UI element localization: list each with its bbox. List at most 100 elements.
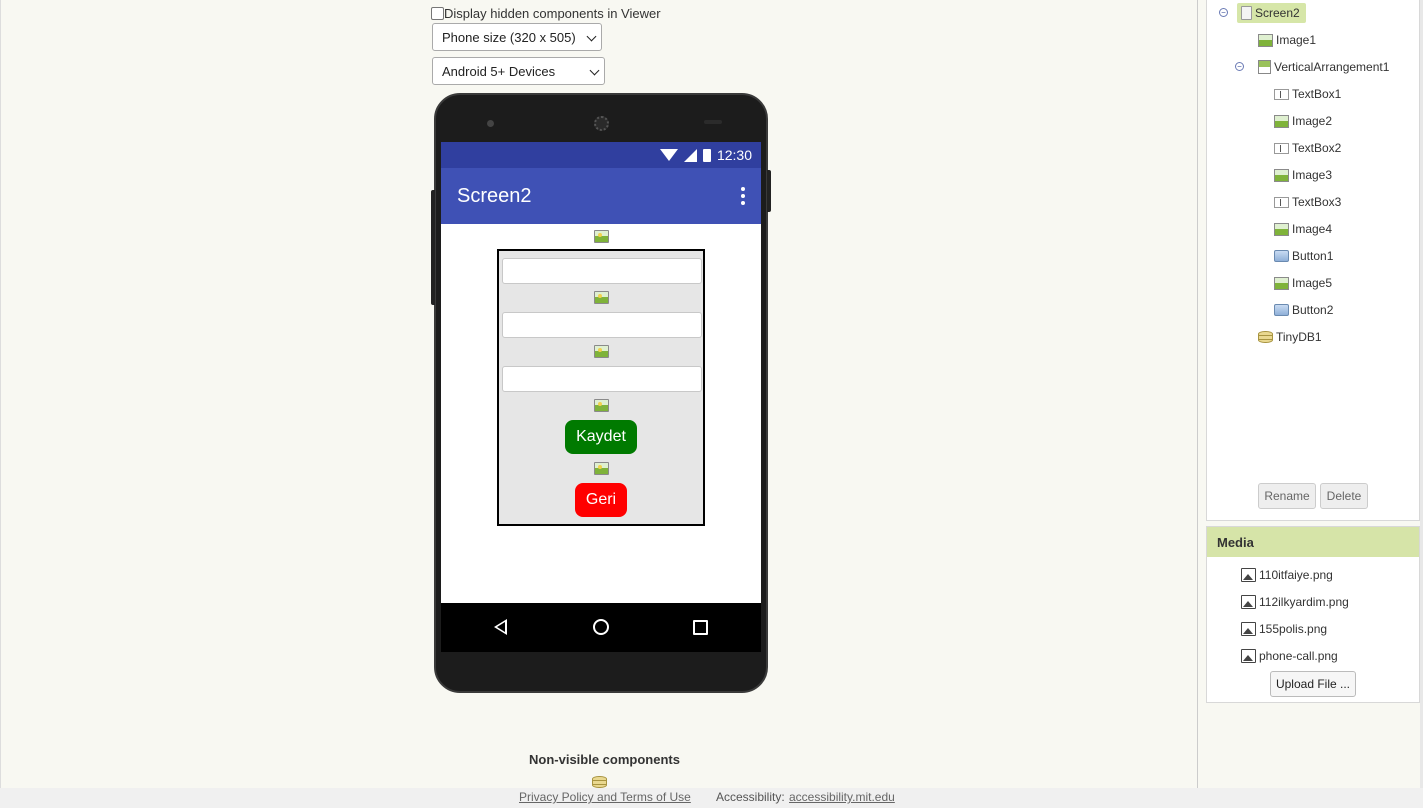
image-icon <box>1274 276 1289 290</box>
tree-item-label: Button1 <box>1292 249 1334 263</box>
chevron-down-icon <box>586 31 597 42</box>
speaker-grille-icon <box>594 116 609 131</box>
database-icon <box>1258 331 1273 343</box>
signal-icon <box>683 148 697 162</box>
rename-button[interactable]: Rename <box>1258 483 1316 509</box>
phone-mockup: 12:30 Screen2 Kaydet Geri <box>431 93 771 693</box>
tree-item-button2[interactable]: Button2 <box>1274 303 1333 317</box>
media-file-name: 155polis.png <box>1259 622 1328 636</box>
tree-item-textbox2[interactable]: TextBox2 <box>1274 141 1341 155</box>
save-button[interactable]: Kaydet <box>565 420 637 454</box>
image3-icon[interactable] <box>594 345 609 358</box>
tree-item-tinydb1[interactable]: TinyDB1 <box>1258 330 1322 344</box>
wifi-icon <box>659 149 678 161</box>
screen-icon <box>1241 6 1252 20</box>
tree-item-label: Image3 <box>1292 168 1333 182</box>
image2-icon[interactable] <box>594 291 609 304</box>
textbox-icon <box>1274 196 1289 208</box>
vertical-arrangement[interactable]: Kaydet Geri <box>497 249 705 526</box>
media-file[interactable]: 155polis.png <box>1241 622 1327 636</box>
back-button[interactable]: Geri <box>575 483 627 517</box>
front-camera-icon <box>487 120 494 127</box>
vertical-arrangement-icon <box>1258 60 1271 74</box>
display-hidden-label: Display hidden components in Viewer <box>444 6 661 21</box>
media-file[interactable]: 112ilkyardim.png <box>1241 595 1349 609</box>
media-file-name: 110itfaiye.png <box>1259 568 1333 582</box>
delete-button[interactable]: Delete <box>1320 483 1368 509</box>
picture-icon <box>1241 595 1256 609</box>
media-file[interactable]: phone-call.png <box>1241 649 1338 663</box>
tree-item-button1[interactable]: Button1 <box>1274 249 1333 263</box>
tree-item-image2[interactable]: Image2 <box>1274 114 1332 128</box>
phone-size-select[interactable]: Phone size (320 x 505) <box>432 23 602 51</box>
back-triangle-icon[interactable] <box>494 619 507 635</box>
tree-item-label: Screen2 <box>1255 6 1300 20</box>
image1-icon[interactable] <box>594 230 609 243</box>
image-icon <box>1274 222 1289 236</box>
tree-item-textbox3[interactable]: TextBox3 <box>1274 195 1341 209</box>
chevron-down-icon <box>589 65 600 76</box>
app-bar: Screen2 <box>441 168 761 224</box>
tinydb-icon[interactable] <box>592 776 607 788</box>
media-file-name: 112ilkyardim.png <box>1259 595 1349 609</box>
tree-item-label: VerticalArrangement1 <box>1274 60 1390 74</box>
tree-item-label: TextBox2 <box>1292 141 1342 155</box>
accessibility-label: Accessibility: <box>716 790 785 804</box>
phone-screen: 12:30 Screen2 Kaydet Geri <box>441 142 761 652</box>
upload-file-button[interactable]: Upload File ... <box>1270 671 1356 697</box>
footer: Privacy Policy and Terms of Use Accessib… <box>0 788 1423 808</box>
collapse-toggle-icon[interactable]: − <box>1235 62 1244 71</box>
phone-side-button <box>431 190 435 305</box>
textbox2[interactable] <box>502 312 702 338</box>
display-hidden-checkbox[interactable] <box>431 7 444 20</box>
picture-icon <box>1241 649 1256 663</box>
collapse-toggle-icon[interactable]: − <box>1219 8 1228 17</box>
battery-icon <box>702 148 711 162</box>
image4-icon[interactable] <box>594 399 609 412</box>
display-hidden-components-option[interactable]: Display hidden components in Viewer <box>431 6 661 21</box>
media-title: Media <box>1207 527 1419 557</box>
overflow-menu-icon[interactable] <box>739 187 747 205</box>
status-bar: 12:30 <box>441 142 761 168</box>
media-file-name: phone-call.png <box>1259 649 1338 663</box>
tree-item-image4[interactable]: Image4 <box>1274 222 1332 236</box>
media-panel: Media 110itfaiye.png 112ilkyardim.png 15… <box>1206 526 1420 703</box>
tree-item-verticalarrangement1[interactable]: VerticalArrangement1 <box>1258 60 1389 74</box>
phone-power-button <box>767 170 771 212</box>
textbox-icon <box>1274 142 1289 154</box>
phone-size-value: Phone size (320 x 505) <box>442 29 576 45</box>
tree-item-image3[interactable]: Image3 <box>1274 168 1332 182</box>
button-icon <box>1274 304 1289 316</box>
picture-icon <box>1241 568 1256 582</box>
tree-item-label: Image2 <box>1292 114 1333 128</box>
tree-item-image1[interactable]: Image1 <box>1258 33 1316 47</box>
image-icon <box>1274 114 1289 128</box>
android-nav-bar <box>441 603 761 652</box>
components-tree-panel: − Screen2 Image1 − VerticalArrangement1 … <box>1206 0 1420 521</box>
tree-item-screen2[interactable]: Screen2 <box>1237 3 1306 23</box>
image-icon <box>1274 168 1289 182</box>
picture-icon <box>1241 622 1256 636</box>
tree-item-label: TextBox1 <box>1292 87 1342 101</box>
device-select[interactable]: Android 5+ Devices <box>432 57 605 85</box>
device-value: Android 5+ Devices <box>442 63 556 79</box>
tree-item-label: Image5 <box>1292 276 1333 290</box>
home-circle-icon[interactable] <box>593 619 609 635</box>
button-icon <box>1274 250 1289 262</box>
tree-item-textbox1[interactable]: TextBox1 <box>1274 87 1341 101</box>
screen-content: Kaydet Geri <box>441 224 761 603</box>
tree-item-image5[interactable]: Image5 <box>1274 276 1332 290</box>
tree-item-label: Image1 <box>1276 33 1317 47</box>
textbox3[interactable] <box>502 366 702 392</box>
tree-item-label: TinyDB1 <box>1276 330 1322 344</box>
recent-apps-icon[interactable] <box>693 620 708 635</box>
viewer-panel: Display hidden components in Viewer Phon… <box>0 0 1198 790</box>
tree-item-label: Button2 <box>1292 303 1334 317</box>
tree-item-label: TextBox3 <box>1292 195 1342 209</box>
media-file[interactable]: 110itfaiye.png <box>1241 568 1333 582</box>
accessibility-link[interactable]: accessibility.mit.edu <box>789 790 895 804</box>
image5-icon[interactable] <box>594 462 609 475</box>
textbox1[interactable] <box>502 258 702 284</box>
app-title: Screen2 <box>457 184 532 207</box>
privacy-policy-link[interactable]: Privacy Policy and Terms of Use <box>519 790 691 804</box>
